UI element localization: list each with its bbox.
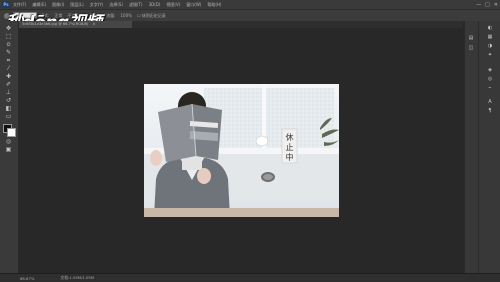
- channels-panel-icon[interactable]: ◎: [486, 76, 494, 82]
- menu-filter[interactable]: 滤镜(T): [129, 2, 143, 8]
- clone-stamp-tool-icon[interactable]: ⊥: [4, 90, 13, 96]
- properties-panel-icon[interactable]: ◫: [467, 45, 475, 51]
- adjustments-panel-icon[interactable]: ◑: [486, 43, 494, 49]
- minimize-icon[interactable]: —: [476, 2, 481, 8]
- menu-file[interactable]: 文件(F): [13, 2, 26, 8]
- quick-mask-icon[interactable]: ◎: [4, 139, 13, 145]
- zoom-level[interactable]: 66.67%: [20, 276, 34, 281]
- tab-close-icon[interactable]: ×: [92, 22, 95, 26]
- document-tab-bar: 5c6f3b1d3e3b6.jpg @ 66.7%(RGB/8) ×: [19, 21, 463, 28]
- brush-tool-icon[interactable]: ✐: [4, 82, 13, 88]
- paths-panel-icon[interactable]: ⌁: [486, 85, 494, 91]
- color-panel-icon[interactable]: ◐: [486, 25, 494, 31]
- swatches-panel-icon[interactable]: ▦: [486, 34, 494, 40]
- menu-help[interactable]: 帮助(H): [207, 2, 221, 8]
- flow-value[interactable]: 100%: [121, 13, 132, 18]
- paragraph-panel-icon[interactable]: ¶: [486, 108, 494, 114]
- history-panel-icon[interactable]: ▤: [467, 35, 475, 41]
- eraser-tool-icon[interactable]: ◧: [4, 106, 13, 112]
- flow-label: 流量:: [106, 12, 116, 18]
- crop-tool-icon[interactable]: ⌗: [4, 58, 13, 64]
- menu-view[interactable]: 视图(V): [166, 2, 180, 8]
- character-panel-icon[interactable]: A: [486, 99, 494, 105]
- menu-image[interactable]: 图像(I): [52, 2, 64, 8]
- lasso-tool-icon[interactable]: ᴑ: [4, 42, 13, 48]
- history-brush-tool-icon[interactable]: ↺: [4, 98, 13, 104]
- background-color-swatch[interactable]: [7, 128, 16, 137]
- tools-panel: ✥ ⬚ ᴑ ✎ ⌗ ⁄ ✚ ✐ ⊥ ↺ ◧ ▭ ◎ ▣: [0, 21, 19, 273]
- menu-layer[interactable]: 图层(L): [70, 2, 83, 8]
- gradient-tool-icon[interactable]: ▭: [4, 114, 13, 120]
- photo-image: 休 止 中: [144, 84, 339, 217]
- document-tab[interactable]: 5c6f3b1d3e3b6.jpg @ 66.7%(RGB/8) ×: [19, 21, 132, 28]
- screen-mode-icon[interactable]: ▣: [4, 147, 13, 153]
- layers-panel-icon[interactable]: ◈: [486, 67, 494, 73]
- menu-edit[interactable]: 编辑(E): [32, 2, 46, 8]
- window-controls: — □ ✕: [476, 0, 498, 9]
- document-canvas[interactable]: 休 止 中: [144, 84, 339, 217]
- styles-panel-icon[interactable]: ✦: [486, 52, 494, 58]
- document-info: 文档:1.05M/1.05M: [60, 275, 95, 280]
- panel-dock: ◐ ▦ ◑ ✦ ◈ ◎ ⌁ A ¶: [478, 21, 500, 273]
- healing-brush-tool-icon[interactable]: ✚: [4, 74, 13, 80]
- sign-char-3: 中: [286, 152, 294, 162]
- menu-window[interactable]: 窗口(W): [186, 2, 201, 8]
- photoshop-logo: Ps: [2, 1, 10, 8]
- erase-to-history-checkbox[interactable]: ☐ 抹到历史记录: [137, 13, 166, 19]
- menu-select[interactable]: 选择(S): [109, 2, 123, 8]
- document-tab-title: 5c6f3b1d3e3b6.jpg @ 66.7%(RGB/8): [22, 22, 89, 26]
- move-tool-icon[interactable]: ✥: [4, 26, 13, 32]
- menu-type[interactable]: 文字(Y): [90, 2, 104, 8]
- close-icon[interactable]: ✕: [494, 2, 498, 8]
- quick-select-tool-icon[interactable]: ✎: [4, 50, 13, 56]
- collapsed-panel-strip: ▤ ◫: [464, 21, 478, 273]
- marquee-tool-icon[interactable]: ⬚: [4, 34, 13, 40]
- sign-char-2: 止: [286, 142, 294, 152]
- sign-char-1: 休: [286, 132, 294, 142]
- menu-3d[interactable]: 3D(D): [149, 2, 161, 7]
- eyedropper-tool-icon[interactable]: ⁄: [4, 66, 13, 72]
- maximize-icon[interactable]: □: [485, 2, 490, 8]
